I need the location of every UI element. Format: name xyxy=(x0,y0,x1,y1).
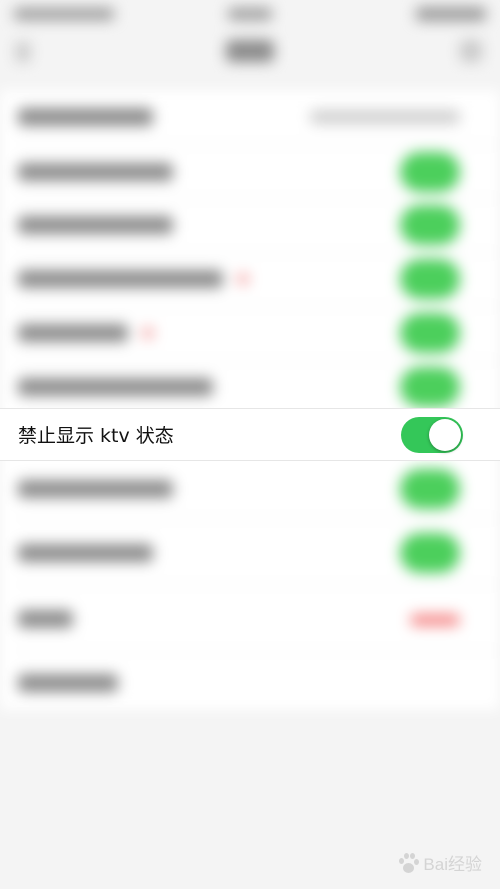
row-toggle[interactable] xyxy=(400,205,460,245)
baidu-paw-icon xyxy=(397,852,420,874)
settings-row[interactable] xyxy=(0,306,500,360)
watermark: Bai经验 xyxy=(397,850,482,875)
status-time xyxy=(228,8,272,20)
row-toggle[interactable] xyxy=(400,152,460,192)
row-value xyxy=(310,110,460,124)
settings-list xyxy=(0,90,500,710)
row-indicator xyxy=(410,614,460,626)
battery-indicator xyxy=(416,7,486,21)
settings-row[interactable] xyxy=(0,462,500,516)
setting-row-disable-ktv-status[interactable]: 禁止显示 ktv 状态 xyxy=(0,408,500,461)
settings-row[interactable] xyxy=(0,90,500,144)
row-label xyxy=(18,674,118,692)
disable-ktv-status-toggle[interactable] xyxy=(401,416,463,453)
row-label xyxy=(18,610,73,628)
nav-title xyxy=(226,40,274,62)
watermark-text: Bai经验 xyxy=(423,855,482,874)
row-label xyxy=(18,108,153,126)
settings-row[interactable] xyxy=(0,252,500,306)
row-toggle[interactable] xyxy=(400,533,460,573)
divider xyxy=(18,584,500,585)
row-label xyxy=(18,163,173,181)
row-label xyxy=(18,378,213,396)
row-label xyxy=(18,480,173,498)
more-icon[interactable] xyxy=(460,40,482,62)
row-toggle[interactable] xyxy=(400,469,460,509)
settings-row[interactable] xyxy=(0,592,500,646)
row-label xyxy=(18,270,249,288)
back-arrow-icon[interactable] xyxy=(16,42,30,62)
setting-label: 禁止显示 ktv 状态 xyxy=(18,425,174,447)
settings-row[interactable] xyxy=(0,145,500,199)
navigation-bar xyxy=(0,30,500,74)
row-toggle[interactable] xyxy=(400,313,460,353)
row-toggle[interactable] xyxy=(400,259,460,299)
status-bar xyxy=(0,0,500,30)
settings-row[interactable] xyxy=(0,198,500,252)
settings-row[interactable] xyxy=(0,656,500,710)
toggle-knob xyxy=(429,418,461,451)
carrier-indicator xyxy=(14,8,114,20)
row-label xyxy=(18,544,153,562)
row-toggle[interactable] xyxy=(400,367,460,407)
row-label xyxy=(18,216,173,234)
settings-row[interactable] xyxy=(0,526,500,580)
row-label xyxy=(18,324,154,342)
settings-row[interactable] xyxy=(0,360,500,414)
divider xyxy=(18,518,500,519)
divider xyxy=(18,650,500,651)
